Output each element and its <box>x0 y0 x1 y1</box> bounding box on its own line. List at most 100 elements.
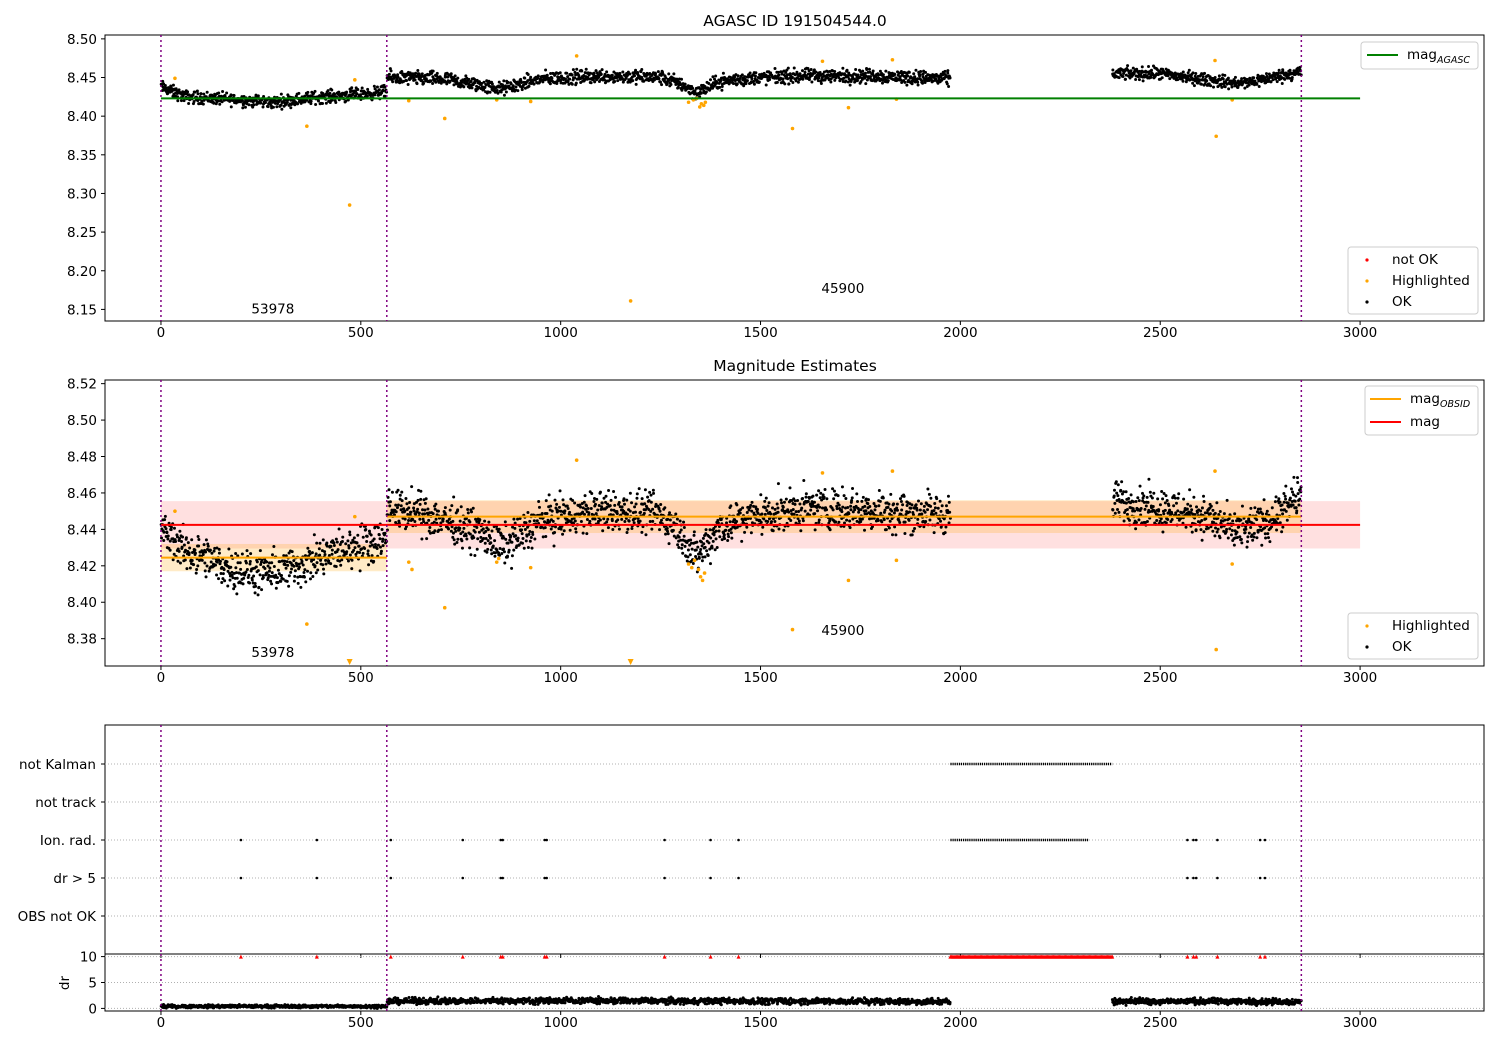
data-point-ok <box>235 576 239 580</box>
data-point-ok <box>598 518 602 522</box>
data-point-ok <box>1198 78 1202 82</box>
data-point-ok <box>1191 81 1195 85</box>
data-point-ok <box>473 530 477 534</box>
data-point-ok <box>334 100 338 104</box>
data-point-ok <box>332 541 336 545</box>
data-point-ok <box>1246 535 1250 539</box>
data-point-ok <box>545 512 549 516</box>
data-point-ok <box>1182 497 1186 501</box>
data-point-ok <box>541 535 545 539</box>
data-point-ok <box>394 510 398 514</box>
data-point-ok <box>712 533 716 537</box>
data-point-ok <box>1222 512 1226 516</box>
data-point-ok <box>168 548 172 552</box>
data-point-ok <box>851 487 855 490</box>
obs-label-53978: 53978 <box>251 301 294 317</box>
data-point-ok <box>749 531 753 535</box>
data-point-ok <box>1176 509 1180 513</box>
data-point-ok <box>745 79 749 83</box>
data-point-ok <box>878 499 882 503</box>
data-point-ok <box>524 521 528 525</box>
data-point-ok <box>1286 501 1290 505</box>
data-point-ok <box>1275 80 1279 84</box>
flag-row-label: OBS not OK <box>18 909 98 925</box>
data-point-ok <box>683 82 687 86</box>
data-point-ok <box>234 566 238 570</box>
data-point-ok <box>448 508 452 512</box>
data-point-ok <box>1165 498 1169 502</box>
data-point-highlighted <box>692 558 697 563</box>
data-point-ok <box>1232 543 1236 547</box>
data-point-ok <box>606 526 610 530</box>
data-point-ok <box>1283 494 1287 498</box>
data-point-ok <box>1134 78 1138 81</box>
data-point-ok <box>940 504 944 508</box>
data-point-ok <box>727 535 731 539</box>
data-point-ok <box>462 526 466 530</box>
data-point-ok <box>171 558 175 562</box>
data-point-highlighted <box>790 627 795 632</box>
data-point-ok <box>657 77 661 81</box>
data-point-ok <box>274 586 278 590</box>
data-point-ok <box>580 69 584 73</box>
data-point-ok <box>848 526 852 530</box>
data-point-ok <box>1213 75 1217 79</box>
data-point-highlighted <box>442 605 447 610</box>
data-point-ok <box>1296 476 1299 480</box>
data-point-ok <box>859 520 863 524</box>
data-point-ok <box>506 554 510 558</box>
data-point-ok <box>200 558 204 562</box>
data-point-ok <box>326 89 330 93</box>
data-point-ok <box>247 103 251 107</box>
data-point-ok <box>366 549 370 553</box>
data-point-ok <box>303 568 307 572</box>
data-point-ok <box>361 535 365 539</box>
flag-point <box>501 838 505 842</box>
data-point-ok <box>289 570 293 574</box>
data-point-ok <box>837 520 841 524</box>
data-point-ok <box>1240 541 1244 545</box>
data-point-ok <box>1125 508 1129 511</box>
data-point-ok <box>828 528 832 532</box>
data-point-ok <box>562 529 566 533</box>
data-point-ok <box>863 71 867 75</box>
data-point-ok <box>644 533 648 537</box>
data-point-ok <box>1152 491 1156 495</box>
data-point-ok <box>469 553 473 557</box>
data-point-ok <box>825 508 829 512</box>
data-point-highlighted <box>173 76 177 81</box>
data-point-ok <box>714 529 718 533</box>
data-point-ok <box>520 532 524 536</box>
data-point-ok <box>867 67 871 71</box>
data-point-ok <box>1271 78 1275 82</box>
data-point-highlighted <box>890 57 895 62</box>
data-point-ok <box>1140 65 1144 69</box>
data-point-ok <box>325 541 329 545</box>
data-point-ok <box>260 588 264 592</box>
data-point-ok <box>279 579 283 583</box>
data-point-ok <box>1209 84 1213 88</box>
data-point-ok <box>812 500 816 504</box>
data-point-ok <box>367 563 371 567</box>
data-point-ok <box>723 537 727 541</box>
data-point-ok <box>1294 494 1298 498</box>
legend-ok: OK <box>1392 294 1413 310</box>
flag-point <box>545 876 548 880</box>
flag-point <box>389 838 393 842</box>
data-point-ok <box>877 488 881 492</box>
data-point-ok <box>905 504 909 507</box>
data-point-ok <box>498 546 502 550</box>
data-point-ok <box>1278 521 1282 525</box>
data-point-ok <box>1292 475 1296 479</box>
data-point-ok <box>1124 501 1128 505</box>
data-point-ok <box>817 489 821 493</box>
data-point-ok <box>782 500 786 504</box>
data-point-ok <box>452 495 456 499</box>
data-point-ok <box>668 518 672 522</box>
data-point-highlighted <box>702 571 707 575</box>
data-point-ok <box>691 561 695 565</box>
y-tick-label: 8.40 <box>67 595 97 611</box>
data-point-ok <box>380 527 384 531</box>
data-point-ok <box>902 494 906 498</box>
data-point-ok <box>208 548 212 552</box>
